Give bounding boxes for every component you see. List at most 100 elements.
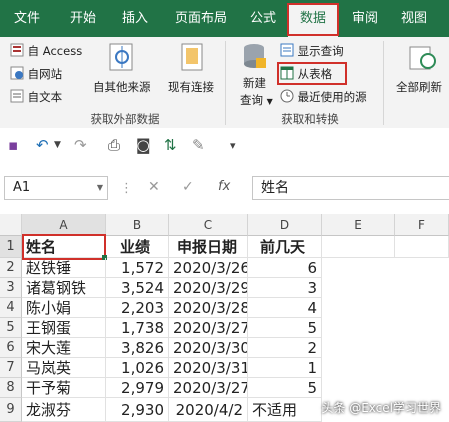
tab-view[interactable]: 视图 — [392, 0, 436, 37]
from-table-highlight — [277, 62, 347, 85]
table-cell[interactable]: 4 — [248, 298, 322, 318]
table-cell[interactable]: 诸葛钢铁 — [22, 278, 106, 298]
undo-dropdown-icon[interactable]: ▼ — [54, 140, 61, 150]
from-web-button[interactable]: 自网站 — [10, 66, 62, 82]
name-box[interactable]: A1 ▼ — [4, 176, 108, 200]
table-cell[interactable]: 不适用 — [248, 398, 322, 422]
table-cell[interactable]: 2020/4/2 — [169, 398, 248, 422]
table-cell[interactable]: 2020/3/27 — [169, 378, 248, 398]
formula-bar-options-icon: ⋮ — [120, 181, 133, 196]
column-header-c[interactable]: C — [169, 214, 248, 236]
table-cell[interactable]: 3 — [248, 278, 322, 298]
table-cell[interactable]: 5 — [248, 318, 322, 338]
table-cell[interactable]: 6 — [248, 258, 322, 278]
access-icon — [10, 43, 24, 57]
confirm-icon[interactable]: ✓ — [182, 179, 194, 195]
tab-insert[interactable]: 插入 — [114, 0, 156, 37]
row-header[interactable]: 1 — [0, 236, 22, 258]
select-all-corner[interactable] — [0, 214, 22, 236]
new-query-label-1[interactable]: 新建 — [243, 75, 266, 91]
table-cell[interactable]: 1,572 — [106, 258, 169, 278]
cell-d1[interactable]: 前几天 — [248, 236, 322, 258]
new-query-button[interactable]: 查询 ▼ — [240, 92, 273, 108]
table-cell[interactable]: 2 — [248, 338, 322, 358]
other-sources-button[interactable]: 自其他来源 — [93, 79, 151, 95]
other-sources-icon — [108, 42, 138, 77]
table-cell[interactable]: 2020/3/27 — [169, 318, 248, 338]
row-header[interactable]: 4 — [0, 298, 22, 318]
text-file-icon — [10, 89, 24, 103]
table-cell[interactable]: 2,203 — [106, 298, 169, 318]
refresh-all-icon — [408, 43, 438, 76]
row-header[interactable]: 9 — [0, 398, 22, 422]
formula-input[interactable]: 姓名 — [252, 176, 449, 200]
redo-icon[interactable]: ↷ — [74, 136, 87, 154]
cancel-icon[interactable]: ✕ — [148, 179, 160, 195]
column-header-d[interactable]: D — [248, 214, 322, 236]
table-cell[interactable]: 赵铁锤 — [22, 258, 106, 278]
table-cell[interactable]: 龙淑芬 — [22, 398, 106, 422]
cell-b1[interactable]: 业绩 — [106, 236, 169, 258]
tab-home[interactable]: 开始 — [62, 0, 104, 37]
row-header[interactable]: 3 — [0, 278, 22, 298]
table-cell[interactable]: 2020/3/26 — [169, 258, 248, 278]
table-cell[interactable]: 宋大莲 — [22, 338, 106, 358]
external-data-group-label: 获取外部数据 — [90, 112, 160, 126]
row-header[interactable]: 2 — [0, 258, 22, 278]
show-queries-label: 显示查询 — [297, 44, 344, 58]
new-query-icon — [240, 42, 268, 77]
table-cell[interactable]: 王钢蛋 — [22, 318, 106, 338]
from-text-button[interactable]: 自文本 — [10, 89, 62, 105]
row-header[interactable]: 7 — [0, 358, 22, 378]
ribbon: 自 Access 自网站 自文本 自其他来源 现有连接 获取外部数据 新建 查询… — [0, 37, 449, 129]
save-icon[interactable]: ▪ — [8, 136, 18, 154]
recent-sources-icon — [280, 89, 294, 103]
transform-group-label: 获取和转换 — [281, 112, 339, 126]
customize-toolbar-icon[interactable]: ▾ — [230, 139, 236, 152]
show-queries-button[interactable]: 显示查询 — [280, 43, 344, 59]
camera-icon[interactable]: ◙ — [136, 136, 151, 154]
refresh-all-button[interactable]: 全部刷新 — [396, 79, 442, 95]
tab-file[interactable]: 文件 — [6, 0, 48, 37]
cell-e1[interactable] — [322, 236, 395, 258]
data-tab-highlight — [287, 3, 339, 36]
table-cell[interactable]: 1 — [248, 358, 322, 378]
undo-icon[interactable]: ↶ — [36, 136, 49, 154]
recent-sources-button[interactable]: 最近使用的源 — [280, 89, 367, 105]
table-cell[interactable]: 马岚英 — [22, 358, 106, 378]
row-header[interactable]: 8 — [0, 378, 22, 398]
table-cell[interactable]: 1,026 — [106, 358, 169, 378]
table-cell[interactable]: 2020/3/29 — [169, 278, 248, 298]
table-cell[interactable]: 5 — [248, 378, 322, 398]
sort-icon[interactable]: ⇅ — [164, 136, 177, 154]
column-header-a[interactable]: A — [22, 214, 106, 236]
table-cell[interactable]: 2,979 — [106, 378, 169, 398]
tab-formulas[interactable]: 公式 — [242, 0, 284, 37]
row-header[interactable]: 5 — [0, 318, 22, 338]
existing-connections-icon — [178, 42, 206, 77]
table-cell[interactable]: 2,930 — [106, 398, 169, 422]
tab-page-layout[interactable]: 页面布局 — [166, 0, 236, 37]
tab-review[interactable]: 审阅 — [344, 0, 386, 37]
column-header-e[interactable]: E — [322, 214, 395, 236]
cell-c1[interactable]: 申报日期 — [169, 236, 248, 258]
table-cell[interactable]: 2020/3/30 — [169, 338, 248, 358]
from-access-button[interactable]: 自 Access — [10, 43, 82, 59]
print-preview-icon[interactable]: ⎙ — [108, 136, 120, 154]
table-cell[interactable]: 3,524 — [106, 278, 169, 298]
table-cell[interactable]: 干予菊 — [22, 378, 106, 398]
format-painter-icon[interactable]: ✎ — [192, 136, 205, 154]
table-cell[interactable]: 1,738 — [106, 318, 169, 338]
column-header-b[interactable]: B — [106, 214, 169, 236]
insert-function-icon[interactable]: fx — [218, 179, 230, 194]
table-cell[interactable]: 2020/3/31 — [169, 358, 248, 378]
existing-connections-button[interactable]: 现有连接 — [168, 79, 214, 95]
name-box-value: A1 — [13, 180, 31, 195]
table-cell[interactable]: 2020/3/28 — [169, 298, 248, 318]
from-web-label: 自网站 — [27, 67, 63, 81]
table-cell[interactable]: 3,826 — [106, 338, 169, 358]
cell-f1[interactable] — [395, 236, 449, 258]
column-header-f[interactable]: F — [395, 214, 449, 236]
table-cell[interactable]: 陈小娟 — [22, 298, 106, 318]
row-header[interactable]: 6 — [0, 338, 22, 358]
